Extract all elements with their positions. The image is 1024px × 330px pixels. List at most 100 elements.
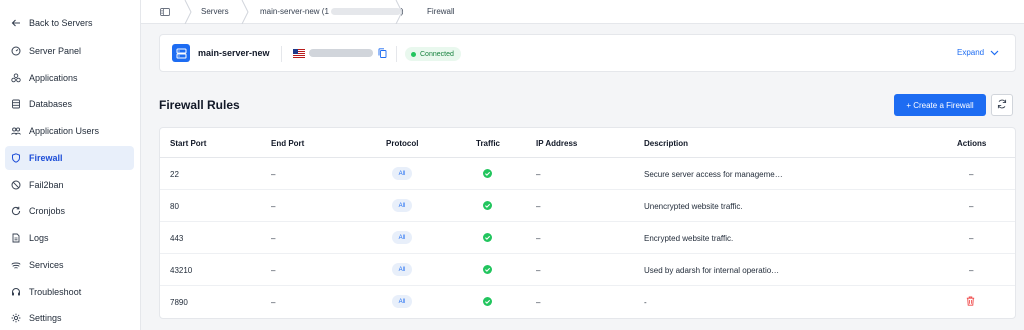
- ip-address: –: [536, 234, 541, 243]
- sidebar-item-logs[interactable]: Logs: [5, 226, 134, 250]
- status-badge: Connected: [405, 47, 461, 61]
- apps-icon: [11, 73, 21, 83]
- sidebar-item-services[interactable]: Services: [5, 253, 134, 277]
- table-row: 43210 – All – Used by adarsh for interna…: [160, 254, 1015, 286]
- column-header: Protocol: [386, 139, 419, 148]
- status-label: Connected: [420, 50, 454, 58]
- column-header: Traffic: [476, 139, 501, 148]
- breadcrumb-server[interactable]: main-server-new (1): [260, 7, 404, 16]
- protocol-badge: All: [392, 231, 412, 244]
- sidebar-item-databases[interactable]: Databases: [5, 92, 134, 116]
- start-port: 443: [170, 234, 184, 243]
- breadcrumb: Servers main-server-new (1) Firewall: [141, 0, 1024, 25]
- sidebar-item-label: Services: [29, 260, 64, 270]
- delete-icon[interactable]: [966, 296, 975, 306]
- protocol-badge: All: [392, 199, 412, 212]
- check-circle-icon: [483, 233, 492, 242]
- sidebar-item-label: Troubleshoot: [29, 287, 82, 297]
- redacted-ip: [330, 8, 401, 16]
- sidebar: Back to Servers Server Panel Application…: [0, 0, 141, 330]
- gauge-icon: [11, 46, 21, 56]
- ip-address: –: [536, 298, 541, 307]
- breadcrumb-firewall: Firewall: [427, 7, 455, 16]
- column-header: End Port: [271, 139, 305, 148]
- redacted-ip: [309, 49, 373, 57]
- chevron-down-icon: [990, 50, 999, 55]
- sidebar-item-back-to-servers[interactable]: Back to Servers: [5, 11, 134, 35]
- sidebar-item-applications[interactable]: Applications: [5, 66, 134, 90]
- action-placeholder: –: [969, 266, 974, 275]
- sidebar-item-label: Settings: [29, 313, 62, 323]
- gear-icon: [11, 313, 21, 323]
- arrow-left-icon: [11, 18, 21, 28]
- sidebar-item-settings[interactable]: Settings: [5, 306, 134, 330]
- protocol-badge: All: [392, 295, 412, 308]
- table-row: 7890 – All – -: [160, 286, 1015, 318]
- sidebar-item-label: Back to Servers: [29, 18, 93, 28]
- start-port: 80: [170, 202, 179, 211]
- sidebar-toggle-icon[interactable]: [160, 7, 170, 17]
- column-header: Description: [644, 139, 689, 148]
- server-icon: [172, 44, 190, 62]
- table-row: 80 – All – Unencrypted website traffic. …: [160, 190, 1015, 222]
- sidebar-item-firewall[interactable]: Firewall: [5, 146, 134, 170]
- copy-icon[interactable]: [378, 48, 387, 58]
- server-name: main-server-new: [198, 48, 270, 58]
- action-placeholder: –: [969, 170, 974, 179]
- start-port: 22: [170, 170, 179, 179]
- sidebar-item-troubleshoot[interactable]: Troubleshoot: [5, 280, 134, 304]
- description: -: [644, 298, 647, 307]
- users-icon: [11, 126, 21, 136]
- column-header: Actions: [957, 139, 987, 148]
- sidebar-item-label: Logs: [29, 233, 49, 243]
- chevron-right-icon: [394, 0, 404, 25]
- server-card: main-server-new Connected Expand: [159, 34, 1016, 72]
- divider: [281, 46, 282, 62]
- sidebar-item-application-users[interactable]: Application Users: [5, 119, 134, 143]
- breadcrumb-server-name: main-server-new (1: [260, 7, 329, 16]
- chevron-right-icon: [183, 0, 193, 25]
- description: Unencrypted website traffic.: [644, 202, 743, 211]
- column-header: Start Port: [170, 139, 207, 148]
- sidebar-item-label: Server Panel: [29, 46, 82, 56]
- ip-address: –: [536, 266, 541, 275]
- refresh-button[interactable]: [991, 94, 1013, 116]
- breadcrumb-servers[interactable]: Servers: [201, 7, 229, 16]
- expand-label: Expand: [957, 48, 985, 57]
- check-circle-icon: [483, 297, 492, 306]
- create-firewall-button[interactable]: + Create a Firewall: [894, 94, 986, 116]
- check-circle-icon: [483, 169, 492, 178]
- end-port: –: [271, 234, 276, 243]
- sidebar-item-label: Application Users: [29, 126, 100, 136]
- description: Secure server access for manageme…: [644, 170, 783, 179]
- end-port: –: [271, 170, 276, 179]
- check-circle-icon: [483, 201, 492, 210]
- sidebar-item-cronjobs[interactable]: Cronjobs: [5, 199, 134, 223]
- sidebar-item-fail2ban[interactable]: Fail2ban: [5, 173, 134, 197]
- end-port: –: [271, 202, 276, 211]
- sidebar-item-label: Databases: [29, 99, 73, 109]
- check-circle-icon: [483, 265, 492, 274]
- description: Used by adarsh for internal operatio…: [644, 266, 780, 275]
- end-port: –: [271, 266, 276, 275]
- protocol-badge: All: [392, 263, 412, 276]
- expand-button[interactable]: Expand: [957, 48, 999, 57]
- action-placeholder: –: [969, 202, 974, 211]
- ban-icon: [11, 180, 21, 190]
- sidebar-item-label: Fail2ban: [29, 180, 64, 190]
- database-icon: [11, 99, 21, 109]
- page-title: Firewall Rules: [159, 98, 240, 112]
- status-dot: [411, 51, 416, 57]
- firewall-rules-table: Start Port End Port Protocol Traffic IP …: [159, 127, 1016, 319]
- services-icon: [11, 260, 21, 270]
- chevron-right-icon: [240, 0, 250, 25]
- table-header: Start Port End Port Protocol Traffic IP …: [160, 128, 1015, 158]
- divider: [396, 46, 397, 62]
- table-row: 22 – All – Secure server access for mana…: [160, 158, 1015, 190]
- sidebar-item-label: Applications: [29, 73, 78, 83]
- headset-icon: [11, 287, 21, 297]
- end-port: –: [271, 298, 276, 307]
- sidebar-item-server-panel[interactable]: Server Panel: [5, 39, 134, 63]
- refresh-icon: [997, 99, 1007, 111]
- column-header: IP Address: [536, 139, 578, 148]
